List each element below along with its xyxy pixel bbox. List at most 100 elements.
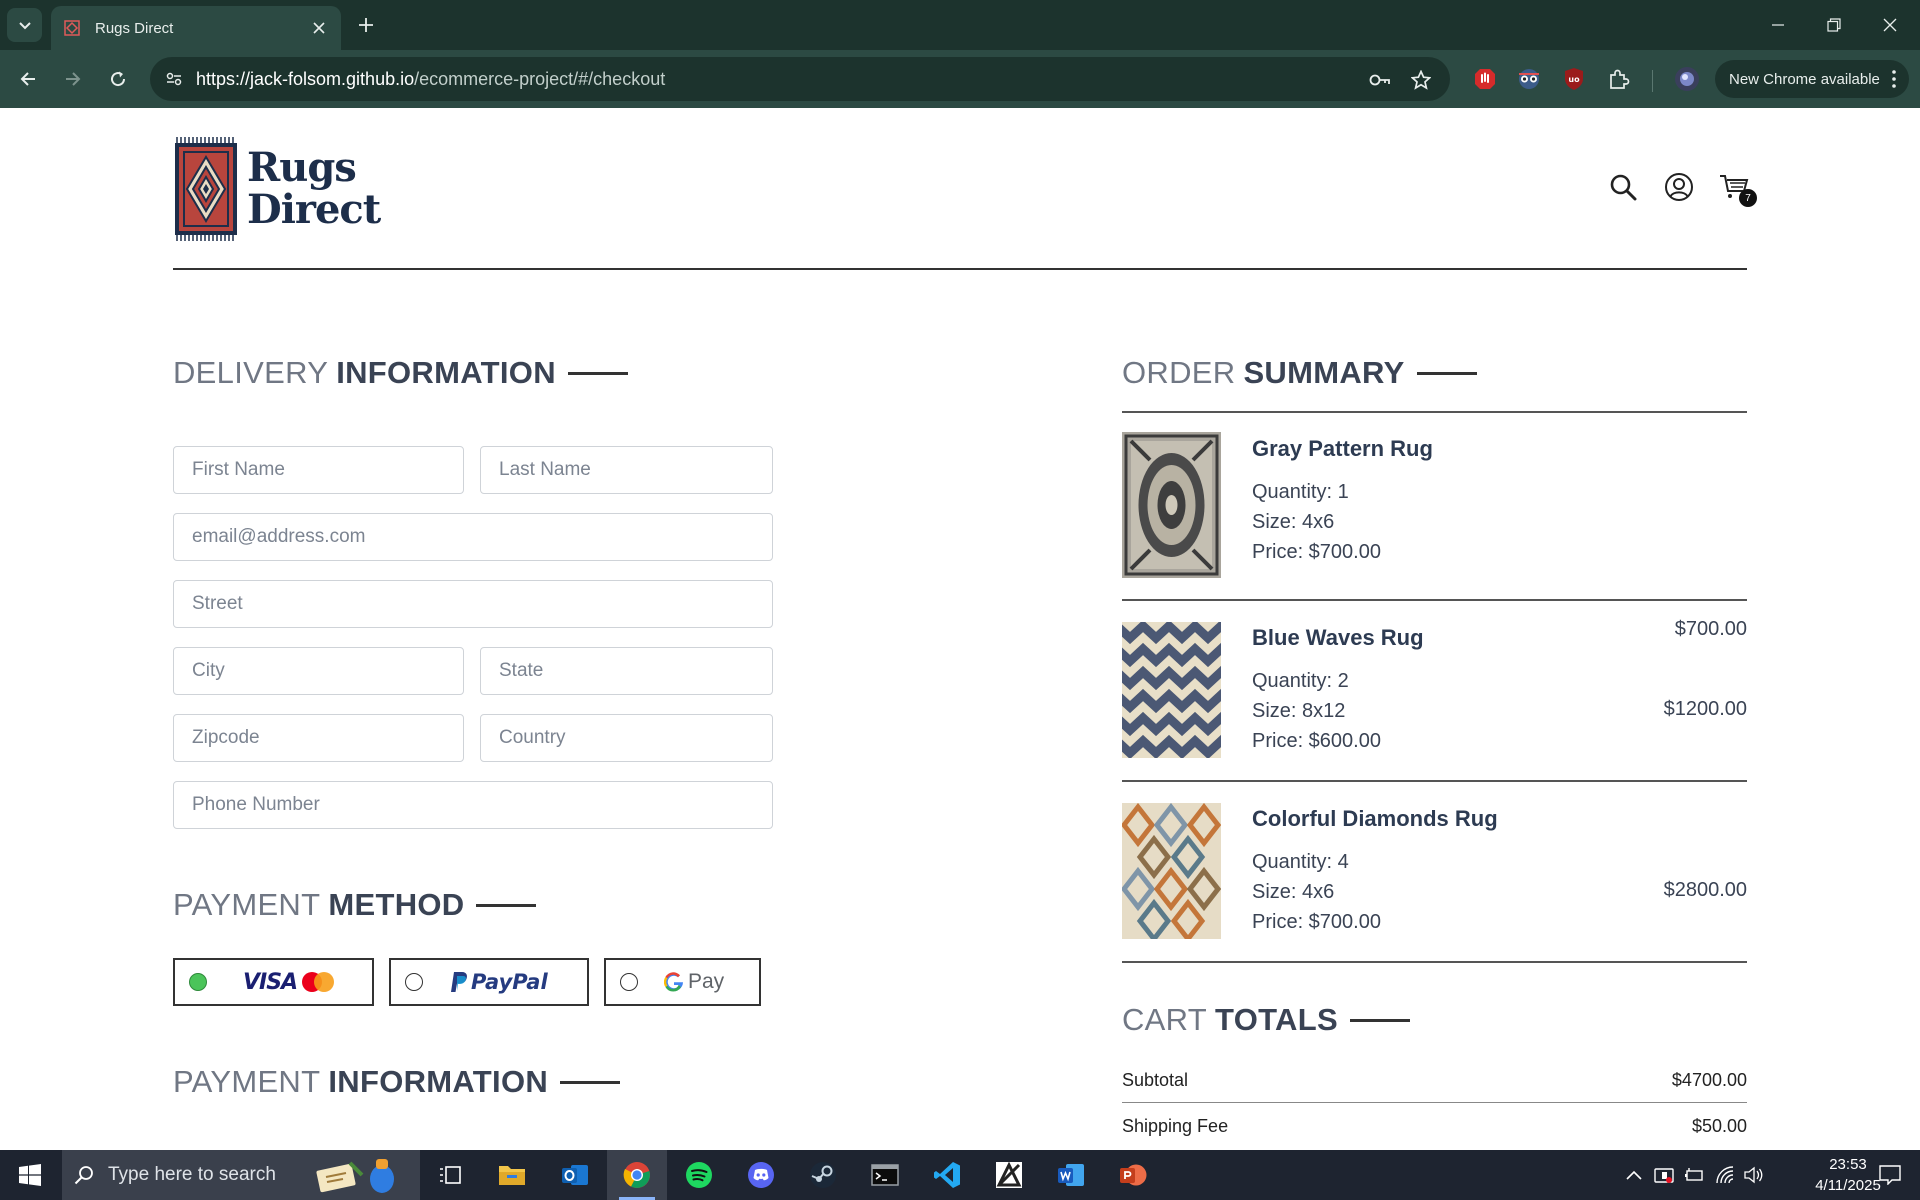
payment-option-paypal[interactable]: PayPal (389, 958, 589, 1006)
show-hidden-icons-button[interactable] (1620, 1150, 1648, 1200)
search-icon[interactable] (1606, 170, 1640, 204)
vscode-app[interactable] (917, 1150, 977, 1200)
battery-tray[interactable] (1680, 1150, 1708, 1200)
rug-logo-icon (175, 137, 237, 241)
cart-icon[interactable]: 7 (1717, 170, 1757, 207)
last-name-field[interactable] (480, 446, 773, 494)
delivery-information-title: DELIVERY INFORMATION (173, 355, 628, 391)
reload-button[interactable] (102, 63, 134, 95)
ublock-extension-icon[interactable]: uo (1559, 64, 1589, 94)
wifi-icon (1716, 1166, 1734, 1184)
title-bold: INFORMATION (336, 355, 556, 390)
close-window-button[interactable] (1862, 0, 1918, 50)
new-chrome-available-button[interactable]: New Chrome available (1715, 60, 1909, 98)
restore-button[interactable] (1806, 0, 1862, 50)
radio-unselected[interactable] (405, 973, 423, 991)
state-field[interactable] (480, 647, 773, 695)
chrome-app[interactable] (607, 1150, 667, 1200)
shipping-value: $50.00 (1691, 1116, 1747, 1136)
account-icon[interactable] (1662, 170, 1696, 204)
bookmark-star-icon[interactable] (1408, 67, 1434, 93)
blue-waves-rug-image[interactable] (1122, 622, 1221, 758)
phone-number-field[interactable] (173, 781, 773, 829)
glasses-extension-icon[interactable] (1514, 64, 1544, 94)
title-light: CART (1122, 1002, 1208, 1037)
close-tab-icon[interactable] (307, 16, 331, 40)
zipcode-field[interactable] (173, 714, 464, 762)
word-app[interactable] (1041, 1150, 1101, 1200)
title-rule (1349, 1018, 1410, 1022)
plus-icon (359, 18, 373, 32)
title-bold: TOTALS (1215, 1002, 1338, 1037)
item-details: Quantity: 4 Size: 4x6 Price: $700.00 (1252, 847, 1381, 937)
new-tab-button[interactable] (352, 11, 380, 39)
outlook-app[interactable] (545, 1150, 605, 1200)
email-field[interactable] (173, 513, 773, 561)
radio-selected[interactable] (189, 973, 207, 991)
reload-icon (111, 71, 126, 87)
search-highlight-icon (316, 1159, 394, 1193)
item-size: Size: 8x12 (1252, 700, 1346, 722)
colorful-diamonds-rug-image[interactable] (1122, 803, 1221, 939)
steam-app[interactable] (793, 1150, 853, 1200)
folder-icon (499, 1166, 525, 1185)
address-bar[interactable]: https://jack-folsom.github.io/ecommerce-… (150, 57, 1450, 101)
site-logo[interactable]: Rugs Direct (173, 135, 381, 243)
site-info-icon[interactable] (160, 65, 188, 93)
title-light: PAYMENT (173, 887, 321, 922)
word-icon (1058, 1164, 1084, 1186)
gray-pattern-rug-image[interactable] (1122, 432, 1221, 578)
payment-option-card[interactable]: VISA (173, 958, 374, 1006)
password-key-icon[interactable] (1367, 67, 1393, 93)
forward-button[interactable] (57, 63, 89, 95)
payment-option-google-pay[interactable]: Pay (604, 958, 761, 1006)
start-button[interactable] (0, 1150, 60, 1200)
item-quantity: Quantity: 2 (1252, 670, 1349, 692)
action-center-button[interactable] (1864, 1150, 1916, 1200)
radio-unselected[interactable] (620, 973, 638, 991)
item-size: Size: 4x6 (1252, 511, 1335, 533)
shield-icon (1654, 1168, 1674, 1183)
item-name[interactable]: Colorful Diamonds Rug (1252, 806, 1498, 832)
taskbar-search[interactable]: Type here to search (62, 1150, 420, 1200)
back-button[interactable] (12, 63, 44, 95)
minimize-button[interactable] (1750, 0, 1806, 50)
meet-now-tray[interactable] (1650, 1150, 1678, 1200)
city-field[interactable] (173, 647, 464, 695)
spotify-app[interactable] (669, 1150, 729, 1200)
tab-rugs-direct[interactable]: Rugs Direct (51, 6, 341, 50)
file-explorer-app[interactable] (482, 1150, 542, 1200)
windows-logo-icon (19, 1164, 41, 1186)
item-name[interactable]: Blue Waves Rug (1252, 625, 1424, 651)
totals-divider (1122, 1102, 1747, 1103)
ad-block-extension-icon[interactable] (1470, 64, 1500, 94)
extensions-puzzle-icon[interactable] (1604, 64, 1634, 94)
tab-title: Rugs Direct (95, 19, 174, 37)
gpay-label: Pay (688, 970, 725, 993)
volume-tray[interactable] (1740, 1150, 1768, 1200)
first-name-field[interactable] (173, 446, 464, 494)
unity-app[interactable] (979, 1150, 1039, 1200)
street-field[interactable] (173, 580, 773, 628)
paypal-logo: PayPal (449, 970, 548, 994)
url-host: https://jack-folsom.github.io (196, 69, 415, 89)
cart-count-badge: 7 (1739, 189, 1757, 207)
item-total: $1200.00 (1663, 698, 1747, 720)
task-view-button[interactable] (420, 1150, 480, 1200)
profile-avatar-icon[interactable] (1672, 64, 1702, 94)
tab-search-button[interactable] (7, 8, 42, 42)
speaker-icon (1744, 1166, 1763, 1184)
summary-divider (1122, 599, 1747, 601)
discord-app[interactable] (731, 1150, 791, 1200)
item-details: Quantity: 2 Size: 8x12 Price: $600.00 (1252, 666, 1381, 756)
country-field[interactable] (480, 714, 773, 762)
search-placeholder: Type here to search (108, 1164, 276, 1185)
payment-method-title: PAYMENT METHOD (173, 887, 537, 923)
network-tray[interactable] (1711, 1150, 1739, 1200)
powerpoint-app[interactable] (1103, 1150, 1163, 1200)
url-text[interactable]: https://jack-folsom.github.io/ecommerce-… (196, 69, 665, 90)
terminal-app[interactable] (855, 1150, 915, 1200)
item-name[interactable]: Gray Pattern Rug (1252, 436, 1433, 462)
google-pay-logo: Pay (664, 970, 724, 994)
arrow-right-icon (66, 72, 81, 86)
